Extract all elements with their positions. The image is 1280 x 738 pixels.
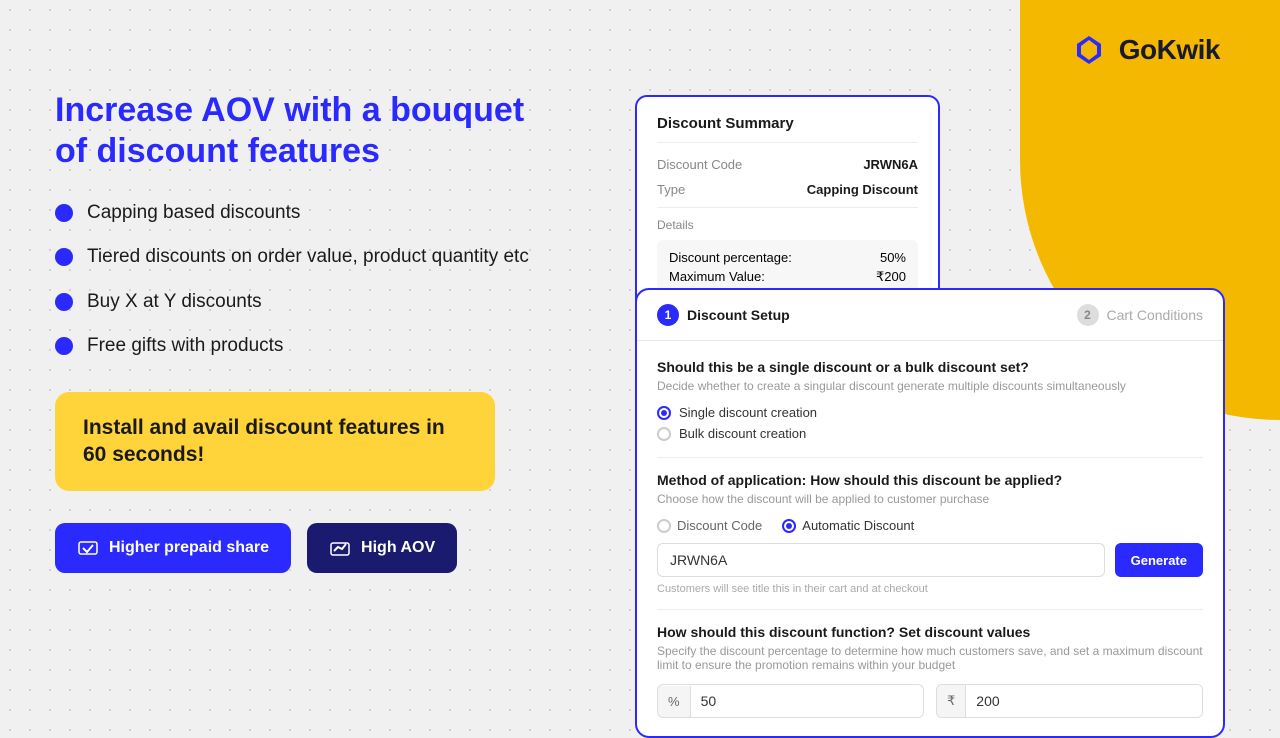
step-1-number: 1 — [657, 304, 679, 326]
type-label: Type — [657, 182, 685, 197]
cta-box: Install and avail discount features in 6… — [55, 392, 495, 491]
aov-icon — [329, 537, 351, 559]
list-item: Buy X at Y discounts — [55, 289, 555, 316]
code-hint: Customers will see title this in their c… — [657, 583, 1203, 595]
code-input-row: Generate — [657, 543, 1203, 577]
step-2-number: 2 — [1077, 304, 1099, 326]
feature-list: Capping based discounts Tiered discounts… — [55, 200, 555, 360]
rupee-input-group: ₹ — [936, 684, 1203, 718]
code-label: Discount Code — [657, 157, 742, 172]
details-box: Discount percentage: 50% Maximum Value: … — [657, 240, 918, 295]
bulk-radio-circle — [657, 427, 671, 441]
generate-button[interactable]: Generate — [1115, 543, 1203, 577]
single-discount-option[interactable]: Single discount creation — [657, 405, 1203, 420]
bulk-discount-option[interactable]: Bulk discount creation — [657, 426, 1203, 441]
main-heading: Increase AOV with a bouquet of discount … — [55, 90, 555, 172]
detail-row: Maximum Value: ₹200 — [669, 269, 906, 285]
step-1-label: Discount Setup — [687, 307, 790, 323]
function-section: How should this discount function? Set d… — [657, 624, 1203, 718]
list-item: Capping based discounts — [55, 200, 555, 227]
q2-desc: Choose how the discount will be applied … — [657, 492, 1203, 506]
list-item: Tiered discounts on order value, product… — [55, 244, 555, 271]
discount-code-method[interactable]: Discount Code — [657, 518, 762, 533]
percent-input-group: % — [657, 684, 924, 718]
aov-button[interactable]: High AOV — [307, 523, 457, 573]
step-1-active: 1 Discount Setup — [657, 304, 790, 326]
auto-method-circle — [782, 519, 796, 533]
percent-symbol: % — [658, 686, 691, 717]
percent-input[interactable] — [691, 685, 923, 717]
bullet-icon — [55, 293, 73, 311]
rupee-symbol: ₹ — [937, 685, 966, 717]
bullet-icon — [55, 204, 73, 222]
bullet-icon — [55, 337, 73, 355]
logo-text: GoKwik — [1119, 34, 1220, 66]
code-row: Discount Code JRWN6A — [657, 157, 918, 172]
type-value: Capping Discount — [807, 182, 918, 197]
method-options: Discount Code Automatic Discount — [657, 518, 1203, 533]
setup-header: 1 Discount Setup 2 Cart Conditions — [637, 290, 1223, 341]
cta-box-text: Install and avail discount features in 6… — [83, 414, 467, 469]
step-2-label: Cart Conditions — [1107, 307, 1204, 323]
divider-2 — [657, 609, 1203, 610]
gokwik-logo-icon — [1067, 28, 1111, 72]
code-method-circle — [657, 519, 671, 533]
auto-discount-method[interactable]: Automatic Discount — [782, 518, 914, 533]
discount-summary-card: Discount Summary Discount Code JRWN6A Ty… — [635, 95, 940, 315]
details-label: Details — [657, 207, 918, 232]
left-panel: Increase AOV with a bouquet of discount … — [55, 90, 555, 573]
q1-desc: Decide whether to create a singular disc… — [657, 379, 1203, 393]
q1-label: Should this be a single discount or a bu… — [657, 359, 1203, 375]
method-section: Method of application: How should this d… — [657, 472, 1203, 595]
logo: GoKwik — [1067, 28, 1220, 72]
discount-value-row: % ₹ — [657, 684, 1203, 718]
list-item: Free gifts with products — [55, 333, 555, 360]
discount-setup-card: 1 Discount Setup 2 Cart Conditions Shoul… — [635, 288, 1225, 738]
single-radio-circle — [657, 406, 671, 420]
prepaid-icon — [77, 537, 99, 559]
type-row: Type Capping Discount — [657, 182, 918, 197]
detail-row: Discount percentage: 50% — [669, 250, 906, 265]
q3-desc: Specify the discount percentage to deter… — [657, 644, 1203, 672]
setup-body: Should this be a single discount or a bu… — [637, 341, 1223, 736]
bullet-icon — [55, 248, 73, 266]
single-bulk-radio-group: Single discount creation Bulk discount c… — [657, 405, 1203, 441]
code-value: JRWN6A — [863, 157, 918, 172]
discount-summary-title: Discount Summary — [657, 115, 918, 143]
prepaid-button[interactable]: Higher prepaid share — [55, 523, 291, 573]
code-input-field[interactable] — [657, 543, 1105, 577]
q3-label: How should this discount function? Set d… — [657, 624, 1203, 640]
bottom-buttons: Higher prepaid share High AOV — [55, 523, 555, 573]
step-2-inactive: 2 Cart Conditions — [1077, 304, 1204, 326]
rupee-input[interactable] — [966, 685, 1202, 717]
divider-1 — [657, 457, 1203, 458]
q2-label: Method of application: How should this d… — [657, 472, 1203, 488]
